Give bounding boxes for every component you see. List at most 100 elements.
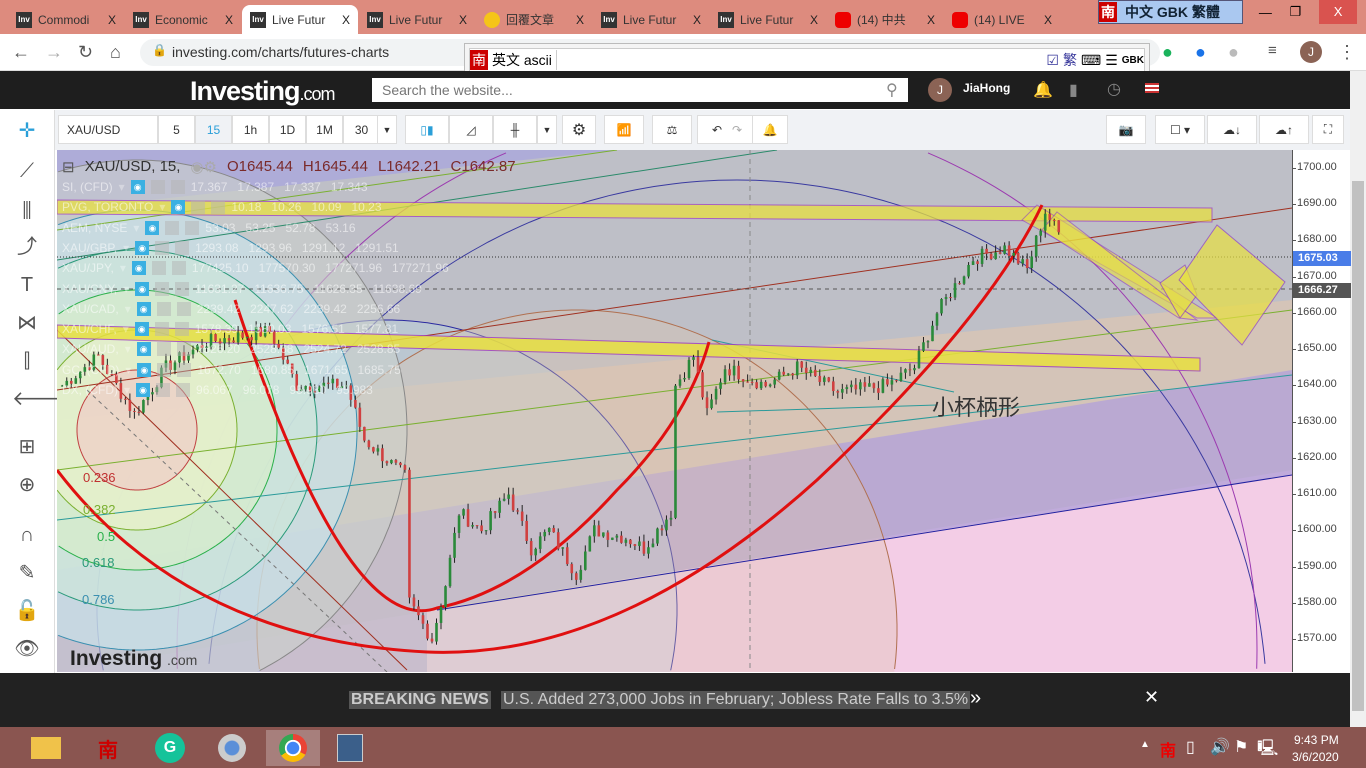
- tab-close-icon[interactable]: X: [693, 13, 701, 27]
- series-remove-icon[interactable]: [176, 301, 191, 316]
- taskbar-app-icon[interactable]: [328, 730, 372, 766]
- series-remove-icon[interactable]: [175, 281, 190, 296]
- series-settings-icon[interactable]: [156, 383, 171, 397]
- user-name[interactable]: JiaHong: [963, 81, 1010, 95]
- lock-drawings-icon[interactable]: ✎: [12, 558, 42, 588]
- eye-icon[interactable]: ◉: [136, 342, 151, 357]
- ime-list-icon[interactable]: ☰: [1105, 52, 1118, 69]
- redo-icon[interactable]: ↷: [732, 123, 742, 137]
- series-settings-icon[interactable]: [155, 281, 170, 296]
- ime-gbk-button[interactable]: GBK: [1122, 55, 1144, 66]
- crosshair-icon[interactable]: ✛: [12, 116, 42, 146]
- clock-time[interactable]: 9:43 PM: [1294, 733, 1339, 747]
- pitchfork-icon[interactable]: ⫼: [12, 196, 42, 226]
- power-icon[interactable]: ▯: [1186, 737, 1195, 757]
- action-center-flag-icon[interactable]: ⚑: [1234, 737, 1248, 757]
- cloud-download-icon[interactable]: ☁↓: [1207, 115, 1257, 144]
- color-picker-button[interactable]: ☐ ▾: [1155, 115, 1205, 144]
- browser-tab[interactable]: Inv Live Futur X: [710, 5, 826, 34]
- tab-close-icon[interactable]: X: [342, 13, 350, 27]
- compare-scale-icon[interactable]: ⚖: [652, 115, 692, 144]
- portfolio-icon[interactable]: ▮: [1069, 80, 1078, 100]
- arrow-left-icon[interactable]: 🡐: [12, 384, 66, 414]
- interval-1M[interactable]: 1M: [306, 115, 343, 144]
- dropdown-icon[interactable]: ▾: [125, 363, 131, 377]
- series-settings-icon[interactable]: [150, 180, 165, 194]
- undo-icon[interactable]: ↶: [712, 123, 722, 137]
- series-settings-icon[interactable]: [154, 322, 169, 337]
- dropdown-icon[interactable]: ▾: [125, 302, 131, 316]
- profile-avatar[interactable]: J: [1300, 41, 1322, 63]
- tab-close-icon[interactable]: X: [927, 13, 935, 27]
- ime-input-mode[interactable]: 英文 ascii: [488, 50, 557, 70]
- browser-tab[interactable]: Inv Economic X: [125, 5, 241, 34]
- pattern-icon[interactable]: ⋈: [12, 308, 42, 338]
- us-flag-icon[interactable]: [1145, 83, 1159, 93]
- site-search-input[interactable]: [372, 78, 908, 102]
- chart-type-dropdown-icon[interactable]: ▼: [537, 115, 557, 144]
- clock-date[interactable]: 3/6/2020: [1292, 750, 1339, 764]
- chromium-app-icon[interactable]: [210, 730, 254, 766]
- media-icon[interactable]: ≡: [1268, 42, 1277, 59]
- dropdown-icon[interactable]: ▾: [125, 342, 131, 356]
- main-settings-icon[interactable]: ◉⚙: [190, 158, 217, 176]
- restore-button[interactable]: ❐: [1290, 4, 1302, 20]
- eye-icon[interactable]: ◉: [135, 240, 150, 255]
- trend-line-icon[interactable]: ⟋: [12, 156, 42, 186]
- reload-icon[interactable]: ↻: [78, 42, 93, 63]
- series-settings-icon[interactable]: [156, 301, 171, 316]
- eye-icon[interactable]: ◉: [145, 220, 160, 235]
- news-headline[interactable]: U.S. Added 273,000 Jobs in February; Job…: [501, 691, 971, 709]
- browser-tab[interactable]: (14) LIVE X: [944, 5, 1060, 34]
- bars-icon[interactable]: ╫: [493, 115, 537, 144]
- browser-tab[interactable]: 回覆文章 X: [476, 5, 592, 34]
- series-settings-icon[interactable]: [151, 261, 166, 276]
- file-explorer-icon[interactable]: [24, 730, 68, 766]
- browser-tab[interactable]: Inv Commodi X: [8, 5, 124, 34]
- text-icon[interactable]: T: [12, 270, 42, 300]
- series-remove-icon[interactable]: [171, 261, 186, 276]
- investing-logo[interactable]: Investing.com: [190, 76, 336, 107]
- fullscreen-icon[interactable]: ⛶: [1312, 115, 1344, 144]
- ime-toolbar[interactable]: 南中文 GBK 繁體: [1098, 0, 1243, 24]
- series-settings-icon[interactable]: [155, 240, 170, 255]
- unlock-icon[interactable]: 🔓: [12, 596, 42, 626]
- dropdown-icon[interactable]: ▾: [133, 221, 139, 235]
- home-icon[interactable]: ⌂: [110, 42, 121, 63]
- ime-keyboard-icon[interactable]: ⌨: [1081, 52, 1101, 69]
- grammarly-app-icon[interactable]: G: [148, 730, 192, 766]
- page-scrollbar[interactable]: [1350, 71, 1366, 727]
- tab-close-icon[interactable]: X: [108, 13, 116, 27]
- ime-check-icon[interactable]: ☑: [1046, 52, 1059, 69]
- volume-icon[interactable]: 🔊: [1210, 737, 1230, 757]
- series-remove-icon[interactable]: [170, 180, 185, 194]
- tab-close-icon[interactable]: X: [1044, 13, 1052, 27]
- prediction-icon[interactable]: ⫿: [12, 346, 42, 376]
- network-icon[interactable]: 🖳: [1257, 737, 1278, 764]
- menu-icon[interactable]: ⋮: [1338, 42, 1356, 63]
- series-remove-icon[interactable]: [177, 362, 192, 377]
- area-chart-icon[interactable]: ◿: [449, 115, 493, 144]
- chrome-app-icon[interactable]: [266, 730, 320, 766]
- scrollbar-thumb[interactable]: [1352, 181, 1364, 711]
- back-icon[interactable]: ←: [12, 42, 30, 63]
- search-icon[interactable]: ⚲: [886, 80, 898, 100]
- eye-icon[interactable]: ◉: [135, 281, 150, 296]
- eye-icon[interactable]: ◉: [131, 261, 146, 276]
- series-settings-icon[interactable]: [165, 220, 180, 235]
- settings-gear-icon[interactable]: ⚙: [562, 115, 596, 144]
- measure-icon[interactable]: ⊞: [12, 432, 42, 462]
- series-remove-icon[interactable]: [175, 240, 190, 255]
- close-window-button[interactable]: X: [1319, 0, 1358, 24]
- minimize-button[interactable]: —: [1259, 5, 1272, 20]
- interval-1D[interactable]: 1D: [269, 115, 306, 144]
- path-icon[interactable]: ⤴: [12, 232, 42, 262]
- ime-trad-button[interactable]: 繁: [1063, 50, 1077, 70]
- browser-tab[interactable]: (14) 中共 X: [827, 5, 943, 34]
- tray-ime-icon[interactable]: 南: [1160, 737, 1176, 761]
- interval-30[interactable]: 30: [343, 115, 380, 144]
- eye-icon[interactable]: ◉: [136, 383, 151, 397]
- cloud-upload-icon[interactable]: ☁↑: [1259, 115, 1309, 144]
- dropdown-icon[interactable]: ▾: [123, 241, 129, 255]
- tab-close-icon[interactable]: X: [225, 13, 233, 27]
